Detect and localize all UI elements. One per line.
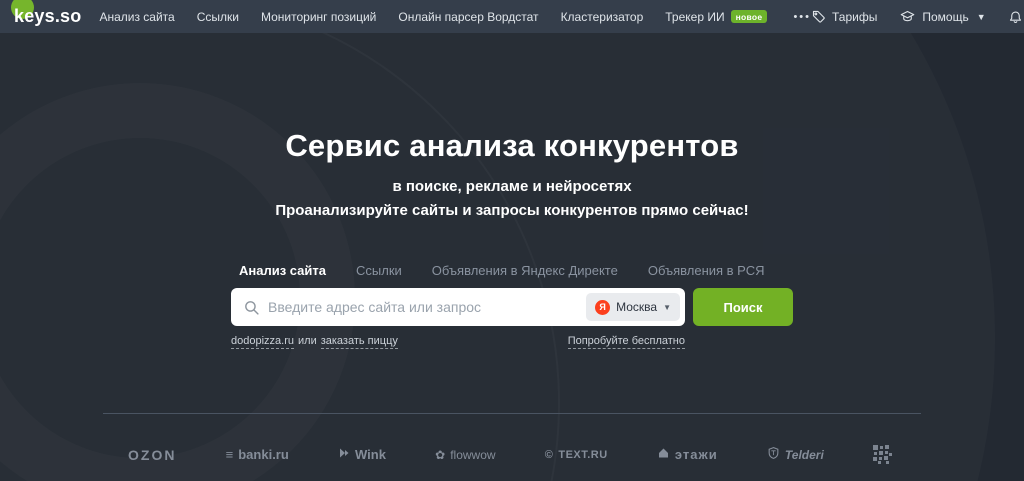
more-menu-button[interactable]: •••: [793, 11, 811, 23]
tab-site-analysis[interactable]: Анализ сайта: [239, 263, 326, 278]
banki-bars-icon: ≡: [226, 447, 234, 462]
partner-logo-qr-mosaic: [873, 445, 892, 464]
search-input-container: Я Москва ▼: [231, 288, 685, 326]
search-block: Анализ сайта Ссылки Объявления в Яндекс …: [231, 263, 793, 349]
keysso-logo[interactable]: keys.so: [14, 6, 81, 27]
try-free-link[interactable]: Попробуйте бесплатно: [568, 335, 685, 349]
partner-logo-telderi: Telderi: [767, 446, 824, 463]
search-row: Я Москва ▼ Поиск: [231, 288, 793, 326]
chevron-down-icon: ▼: [977, 12, 986, 22]
menu-item-links[interactable]: Ссылки: [197, 10, 239, 24]
partner-logos-carousel: OZON ≡ banki.ru Wink ✿ flowwow © TEXT.RU…: [0, 414, 1024, 481]
chevron-down-icon: ▼: [663, 303, 671, 312]
partner-logo-banki: ≡ banki.ru: [226, 447, 289, 462]
house-icon: [657, 447, 670, 462]
price-tag-icon: [811, 9, 826, 24]
menu-item-clusterizer[interactable]: Кластеризатор: [561, 10, 644, 24]
search-tabs: Анализ сайта Ссылки Объявления в Яндекс …: [231, 263, 793, 288]
hero-content: Сервис анализа конкурентов в поиске, рек…: [0, 33, 1024, 349]
hero-subtitle-line2: Проанализируйте сайты и запросы конкурен…: [0, 202, 1024, 219]
help-menu[interactable]: Помощь ▼: [899, 9, 985, 24]
tariffs-link[interactable]: Тарифы: [811, 9, 877, 24]
partner-logo-textru: © TEXT.RU: [545, 449, 608, 461]
yandex-icon: Я: [595, 300, 610, 315]
region-selector[interactable]: Я Москва ▼: [586, 293, 680, 321]
region-label: Москва: [616, 300, 657, 314]
graduation-cap-icon: [899, 9, 916, 24]
hero-subtitle-line1: в поиске, рекламе и нейросетях: [0, 178, 1024, 195]
example-links-row: dodopizza.ru или заказать пиццу Попробуй…: [231, 335, 685, 349]
tab-links[interactable]: Ссылки: [356, 263, 402, 278]
flower-icon: ✿: [435, 448, 445, 462]
menu-item-site-analysis[interactable]: Анализ сайта: [99, 10, 174, 24]
partner-logo-etazhi: этажи: [657, 447, 718, 462]
wink-arrow-icon: [338, 447, 350, 462]
partner-logo-ozon: OZON: [128, 447, 176, 463]
page-title: Сервис анализа конкурентов: [0, 128, 1024, 164]
tab-yandex-direct-ads[interactable]: Объявления в Яндекс Директе: [432, 263, 618, 278]
copyright-icon: ©: [545, 449, 554, 461]
main-menu: Анализ сайта Ссылки Мониторинг позиций О…: [99, 10, 811, 24]
example-separator: или: [298, 335, 317, 347]
shield-icon: [767, 446, 780, 463]
logo-text: keys.so: [14, 6, 81, 27]
search-button[interactable]: Поиск: [693, 288, 793, 326]
example-queries: dodopizza.ru или заказать пиццу: [231, 335, 398, 349]
hero-section: Сервис анализа конкурентов в поиске, рек…: [0, 33, 1024, 481]
bell-icon: [1008, 9, 1023, 25]
partner-logo-wink: Wink: [338, 447, 386, 462]
notifications-bell-button[interactable]: [1008, 9, 1023, 25]
menu-item-ai-tracker[interactable]: Трекер ИИ новое: [665, 10, 767, 24]
tab-rsya-ads[interactable]: Объявления в РСЯ: [648, 263, 765, 278]
search-icon: [243, 299, 260, 316]
search-input[interactable]: [260, 299, 586, 315]
menu-item-wordstat-parser[interactable]: Онлайн парсер Вордстат: [398, 10, 538, 24]
top-navbar: keys.so Анализ сайта Ссылки Мониторинг п…: [0, 0, 1024, 33]
navbar-right: Тарифы Помощь ▼ Вход Регистрация: [811, 9, 1024, 25]
menu-item-position-monitoring[interactable]: Мониторинг позиций: [261, 10, 376, 24]
new-badge: новое: [731, 10, 768, 23]
example-site-link[interactable]: dodopizza.ru: [231, 335, 294, 349]
example-query-link[interactable]: заказать пиццу: [321, 335, 398, 349]
partner-logo-flowwow: ✿ flowwow: [435, 448, 495, 462]
